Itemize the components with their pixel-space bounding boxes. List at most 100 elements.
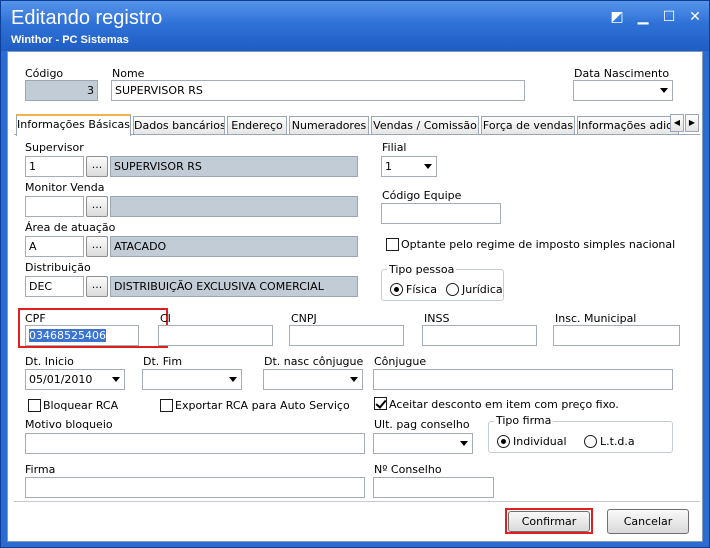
exportar-rca-label: Exportar RCA para Auto Serviço: [175, 399, 350, 412]
chevron-down-icon: [460, 441, 468, 446]
dt-inicio-label: Dt. Inicio: [25, 355, 74, 368]
n-conselho-label: Nº Conselho: [374, 463, 442, 476]
area-atuacao-search-button[interactable]: ...: [86, 236, 108, 257]
optante-simples-label: Optante pelo regime de imposto simples n…: [401, 238, 676, 251]
footer-divider: [14, 501, 700, 502]
dt-nasc-conjuge-picker[interactable]: [263, 369, 363, 390]
conjuge-field[interactable]: [373, 369, 673, 390]
supervisor-search-button[interactable]: ...: [86, 156, 108, 177]
form-area: Código 3 Nome SUPERVISOR RS Data Nascime…: [7, 51, 703, 542]
tipo-pessoa-juridica-label: Jurídica: [462, 283, 503, 296]
tab-forca-de-vendas[interactable]: Força de vendas: [481, 116, 575, 135]
tab-scroll-right-icon[interactable]: ▶: [685, 114, 699, 132]
ult-pag-conselho-label: Ult. pag conselho: [374, 418, 470, 431]
filial-select[interactable]: 1: [381, 156, 437, 177]
area-atuacao-label: Área de atuação: [25, 221, 116, 234]
distribuicao-search-button[interactable]: ...: [86, 276, 108, 297]
chevron-down-icon: [229, 377, 237, 382]
tab-scroll-left-icon[interactable]: ◀: [670, 114, 684, 132]
aceitar-desconto-checkbox[interactable]: [374, 397, 387, 410]
tipo-firma-individual-label: Individual: [513, 435, 567, 448]
codigo-field[interactable]: 3: [25, 80, 98, 101]
insc-municipal-field[interactable]: [553, 325, 680, 346]
minimize-icon[interactable]: ▁: [635, 9, 651, 25]
restore-icon[interactable]: ◩: [609, 9, 625, 25]
cpf-label: CPF: [25, 312, 46, 325]
chevron-down-icon: [112, 377, 120, 382]
ci-label: CI: [160, 312, 171, 325]
inss-label: INSS: [424, 312, 450, 325]
n-conselho-field[interactable]: [373, 477, 494, 498]
tipo-firma-ltda-label: L.t.d.a: [600, 435, 635, 448]
window-controls: ◩ ▁ ☐ ✕: [609, 9, 703, 25]
distribuicao-code-field[interactable]: DEC: [25, 276, 84, 297]
confirm-button[interactable]: Confirmar: [508, 511, 590, 532]
insc-municipal-label: Insc. Municipal: [555, 312, 637, 325]
exportar-rca-checkbox[interactable]: [160, 399, 173, 412]
tab-strip: Informações Básicas Dados bancários Ende…: [16, 114, 700, 136]
monitor-venda-code-field[interactable]: [25, 196, 84, 217]
nome-label: Nome: [112, 67, 145, 80]
monitor-venda-search-button[interactable]: ...: [86, 196, 108, 217]
dt-inicio-picker[interactable]: 05/01/2010: [25, 369, 125, 390]
nome-field[interactable]: SUPERVISOR RS: [111, 80, 525, 101]
tipo-firma-ltda-radio[interactable]: [584, 435, 597, 448]
filial-label: Filial: [382, 141, 407, 154]
window-subtitle: Winthor - PC Sistemas: [11, 34, 129, 46]
cpf-field[interactable]: 03468525406: [25, 325, 139, 346]
cpf-value: 03468525406: [29, 329, 106, 342]
motivo-bloqueio-label: Motivo bloqueio: [25, 418, 113, 431]
area-atuacao-code-field[interactable]: A: [25, 236, 84, 257]
tab-vendas-comissao[interactable]: Vendas / Comissão: [371, 116, 479, 135]
chevron-down-icon: [350, 377, 358, 382]
data-nascimento-label: Data Nascimento: [574, 67, 670, 80]
codigo-label: Código: [25, 67, 64, 80]
firma-label: Firma: [25, 463, 56, 476]
chevron-down-icon: [424, 164, 432, 169]
cnpj-label: CNPJ: [291, 312, 317, 325]
title-bar[interactable]: Editando registro Winthor - PC Sistemas …: [1, 1, 709, 51]
bloquear-rca-checkbox[interactable]: [28, 399, 41, 412]
tipo-firma-individual-radio[interactable]: [497, 435, 510, 448]
tab-endereco[interactable]: Endereço: [227, 116, 287, 135]
supervisor-name-field: SUPERVISOR RS: [110, 156, 358, 177]
window: Editando registro Winthor - PC Sistemas …: [0, 0, 710, 548]
codigo-equipe-label: Código Equipe: [382, 189, 462, 202]
tipo-firma-label: Tipo firma: [494, 414, 554, 427]
maximize-icon[interactable]: ☐: [661, 9, 677, 25]
distribuicao-name-field: DISTRIBUIÇÃO EXCLUSIVA COMERCIAL: [110, 276, 358, 297]
codigo-equipe-field[interactable]: [381, 203, 501, 224]
firma-field[interactable]: [25, 477, 365, 498]
area-atuacao-name-field: ATACADO: [110, 236, 358, 257]
supervisor-code-field[interactable]: 1: [25, 156, 84, 177]
tab-informacoes-basicas[interactable]: Informações Básicas: [16, 114, 131, 136]
bloquear-rca-label: Bloquear RCA: [43, 399, 119, 412]
aceitar-desconto-label: Aceitar desconto em item com preço fixo.: [389, 398, 619, 411]
dt-nasc-conjuge-label: Dt. nasc cônjugue: [264, 355, 364, 368]
window-title: Editando registro: [11, 7, 163, 29]
supervisor-label: Supervisor: [25, 141, 84, 154]
conjuge-label: Cônjugue: [374, 355, 427, 368]
chevron-down-icon: [660, 88, 668, 93]
cnpj-field[interactable]: [289, 325, 404, 346]
dt-fim-picker[interactable]: [142, 369, 242, 390]
ult-pag-conselho-picker[interactable]: [373, 433, 473, 454]
close-icon[interactable]: ✕: [687, 9, 703, 25]
dt-fim-label: Dt. Fim: [143, 355, 183, 368]
tipo-pessoa-fisica-radio[interactable]: [390, 283, 403, 296]
cancel-button[interactable]: Cancelar: [607, 509, 689, 534]
tab-numeradores[interactable]: Numeradores: [289, 116, 369, 135]
tab-dados-bancarios[interactable]: Dados bancários: [133, 116, 225, 135]
tipo-pessoa-juridica-radio[interactable]: [446, 283, 459, 296]
tab-informacoes-adicionais[interactable]: Informações adicio: [577, 116, 679, 135]
monitor-venda-name-field: [110, 196, 358, 217]
monitor-venda-label: Monitor Venda: [25, 181, 105, 194]
motivo-bloqueio-field[interactable]: [25, 433, 365, 454]
inss-field[interactable]: [422, 325, 537, 346]
tipo-pessoa-fisica-label: Física: [406, 283, 437, 296]
ci-field[interactable]: [158, 325, 273, 346]
distribuicao-label: Distribuição: [25, 261, 91, 274]
data-nascimento-picker[interactable]: [573, 80, 673, 101]
optante-simples-checkbox[interactable]: [386, 238, 399, 251]
tipo-pessoa-label: Tipo pessoa: [387, 263, 457, 276]
